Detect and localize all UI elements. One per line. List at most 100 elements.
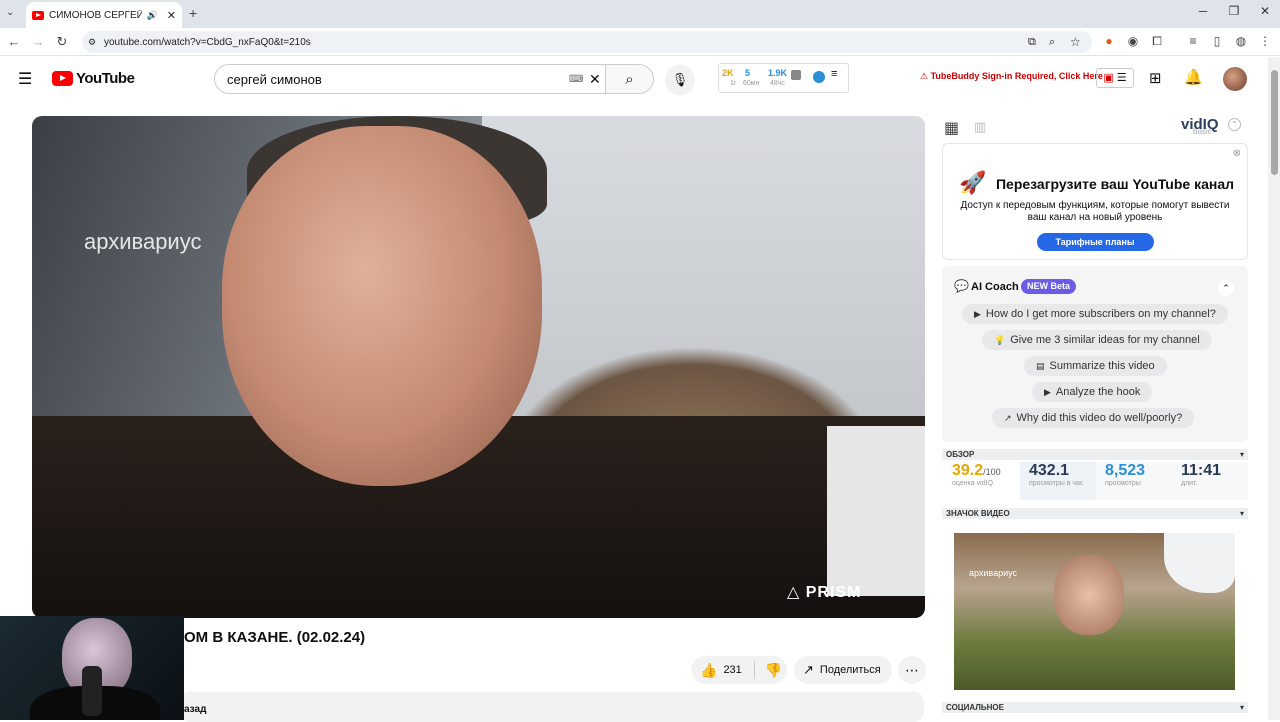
like-dislike-group: 👍 231 👎 (691, 656, 787, 684)
question-performance[interactable]: ↗ Why did this video do well/poorly? (992, 408, 1195, 428)
share-button[interactable]: ↗ Поделиться (794, 656, 892, 684)
thumbnail-label: ЗНАЧОК ВИДЕО (946, 509, 1010, 518)
search-icon: ⌕ (625, 70, 634, 88)
close-tab-icon[interactable]: ✕ (167, 9, 176, 22)
youtube-logo[interactable]: YouTube (52, 70, 135, 87)
url-text: youtube.com/watch?v=CbdG_nxFaQ0&t=210s (104, 36, 311, 48)
like-count[interactable]: 231 (723, 664, 741, 676)
user-avatar[interactable] (1223, 67, 1247, 91)
stat-c-value: 1.9K (768, 68, 788, 78)
question-analyze-hook[interactable]: ▶ Analyze the hook (1032, 382, 1153, 402)
close-promo-icon[interactable]: ⊗ (1233, 148, 1241, 159)
page-scrollbar-thumb[interactable] (1271, 70, 1278, 175)
tab-title: СИМОНОВ СЕРГЕЙ - СОМ (49, 9, 142, 21)
browser-tab-bar: ⌄ СИМОНОВ СЕРГЕЙ - СОМ 🔊 ✕ + ─ ❐ ✕ (0, 0, 1280, 28)
prism-overlay: △ PRISM (787, 584, 862, 601)
minimize-button[interactable]: ─ (1188, 4, 1218, 18)
video-thumbnail[interactable]: архивариус (954, 533, 1235, 690)
more-actions-button[interactable]: ⋯ (898, 656, 926, 684)
tab-list-button[interactable]: ⌄ (6, 7, 14, 18)
like-icon[interactable]: 👍 (700, 662, 717, 679)
zoom-icon[interactable]: ⌕ (1049, 36, 1055, 49)
metric-value: 11:41 (1181, 462, 1222, 479)
social-label: СОЦИАЛЬНОЕ (946, 703, 1004, 712)
restore-button[interactable]: ❐ (1219, 4, 1249, 18)
clear-search-icon[interactable]: ✕ (589, 71, 601, 88)
search-input[interactable] (227, 71, 567, 87)
chart-view-icon[interactable]: ▥ (974, 119, 986, 135)
close-window-button[interactable]: ✕ (1250, 4, 1280, 18)
description-text: азад (184, 704, 207, 715)
site-info-icon[interactable]: ⚙ (88, 37, 96, 48)
create-video-icon[interactable]: ⊞ (1149, 69, 1162, 87)
social-header[interactable]: СОЦИАЛЬНОЕ ▾ (942, 702, 1248, 713)
tubebuddy-signin-link[interactable]: ⚠ TubeBuddy Sign-in Required, Click Here (920, 71, 1103, 82)
video-title: ОМ В КАЗАНЕ. (02.02.24) (184, 629, 366, 646)
thumbnail-person (1054, 555, 1124, 635)
question-label: Why did this video do well/poorly? (1016, 412, 1183, 424)
notifications-bell-icon[interactable]: 🔔 (1184, 68, 1203, 86)
stat-a-sub: 1г (730, 80, 737, 87)
vidiq-collapse-icon[interactable]: ⌃ (1228, 118, 1241, 131)
overview-header[interactable]: ОБЗОР ▾ (942, 449, 1248, 460)
search-box: ⌨ ✕ ⌕ (214, 64, 654, 94)
dislike-icon[interactable]: 👎 (765, 662, 782, 679)
metric-suffix: /100 (983, 467, 1001, 477)
search-button[interactable]: ⌕ (605, 65, 653, 93)
menu-hamburger-icon[interactable]: ☰ (18, 69, 32, 89)
video-player[interactable]: архивариус △ PRISM (32, 116, 925, 618)
question-label: Analyze the hook (1055, 386, 1141, 398)
new-tab-button[interactable]: + (189, 5, 197, 21)
question-summarize[interactable]: ▤ Summarize this video (1024, 356, 1167, 376)
webcam-overlay (0, 616, 184, 720)
grid-view-icon[interactable]: ▦ (944, 118, 959, 138)
promo-subtitle: Доступ к передовым функциям, которые пом… (960, 200, 1230, 223)
media-control-icon[interactable]: ≡ (1185, 34, 1201, 50)
profile-icon[interactable]: ◍ (1233, 34, 1249, 50)
metric-views: 8,523 просмотры (1096, 462, 1172, 500)
side-panel-icon[interactable]: ▯ (1209, 34, 1225, 50)
chrome-menu-icon[interactable]: ⋮ (1257, 34, 1273, 50)
youtube-play-icon (52, 71, 73, 86)
browser-tab[interactable]: СИМОНОВ СЕРГЕЙ - СОМ 🔊 ✕ (26, 2, 182, 28)
lightbulb-icon: 💡 (994, 334, 1006, 345)
reload-icon[interactable]: ↻ (54, 34, 70, 50)
url-field[interactable]: ⚙ youtube.com/watch?v=CbdG_nxFaQ0&t=210s… (82, 31, 1092, 53)
youtube-wordmark: YouTube (76, 70, 135, 87)
stats-chart-icon[interactable] (791, 70, 801, 80)
forward-arrow-icon[interactable]: → (30, 34, 46, 49)
keyboard-icon[interactable]: ⌨ (569, 74, 583, 85)
metric-label: оценка vidIQ (952, 480, 993, 487)
back-arrow-icon[interactable]: ← (6, 34, 22, 49)
channel-stats-widget[interactable]: 2K 1г 5 60мн 1.9K 48чс ≡ (718, 63, 849, 93)
document-icon: ▤ (1036, 360, 1045, 371)
stat-a-value: 2K (722, 68, 734, 78)
question-label: How do I get more subscribers on my chan… (985, 308, 1216, 320)
prism-text: PRISM (805, 584, 862, 601)
vidiq-plan: basic (1193, 127, 1212, 136)
question-subscribers[interactable]: ▶ How do I get more subscribers on my cha… (962, 304, 1228, 324)
metric-vidiq-score: 39.2/100 оценка vidIQ (952, 462, 1028, 500)
vidiq-promo-card: ⊗ 🚀 Перезагрузите ваш YouTube канал Дост… (942, 143, 1248, 260)
ai-coach-collapse-icon[interactable]: ⌃ (1218, 280, 1234, 296)
thumbnail-header[interactable]: ЗНАЧОК ВИДЕО ▾ (942, 508, 1248, 519)
tubebuddy-menu-button[interactable]: ▣ ☰ (1096, 68, 1134, 88)
microphone-icon: 🎙 (671, 72, 689, 87)
pricing-plans-button[interactable]: Тарифные планы (1036, 233, 1154, 251)
metric-value: 432.1 (1029, 462, 1070, 479)
question-similar-ideas[interactable]: 💡 Give me 3 similar ideas for my channel (982, 330, 1212, 350)
speaker-icon: 🔊 (146, 9, 158, 20)
install-icon[interactable]: ⧉ (1028, 36, 1036, 49)
stats-play-icon[interactable] (813, 71, 825, 83)
social-caret-icon: ▾ (1239, 703, 1244, 712)
stats-menu-icon[interactable]: ≡ (831, 68, 837, 80)
voice-search-button[interactable]: 🎙 (665, 65, 695, 95)
bookmark-star-icon[interactable]: ☆ (1070, 35, 1081, 49)
question-label: Summarize this video (1049, 360, 1155, 372)
video-icon: ▶ (1044, 386, 1051, 397)
extension-fire-icon[interactable]: ● (1101, 34, 1117, 50)
extension-vpn-icon[interactable]: ◉ (1125, 34, 1141, 50)
extensions-puzzle-icon[interactable]: ⧠ (1149, 34, 1165, 50)
thumbnail-caret-icon: ▾ (1239, 509, 1244, 518)
description-box[interactable]: азад (180, 692, 924, 722)
